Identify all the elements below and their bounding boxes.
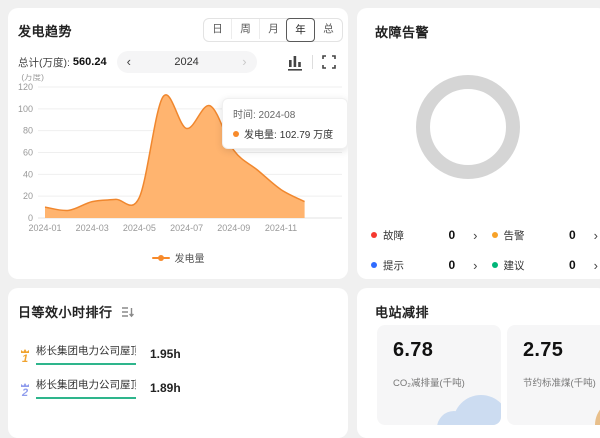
fault-alarm-panel: 故障告警 故障 0 › 告警 0 › 提示 0 › 建议 0 › <box>357 8 600 279</box>
fault-count: 0 <box>569 228 576 242</box>
fault-label: 故障 <box>383 228 404 243</box>
co2-value: 6.78 <box>393 339 433 362</box>
fault-donut-wrap <box>413 72 523 187</box>
chart-tooltip: 时间: 2024-08 发电量: 102.79 万度 <box>222 98 348 149</box>
status-dot-icon <box>492 232 498 238</box>
period-tab-group: 日 周 月 年 总 <box>203 18 343 42</box>
generation-header: 发电趋势 日 周 月 年 总 <box>8 8 348 42</box>
legend-line-icon <box>152 257 170 259</box>
list-item[interactable]: 2 彬长集团电力公司屋顶分布式... 1.89h <box>18 377 338 399</box>
prev-year-button[interactable]: ‹ <box>127 52 131 72</box>
emission-title: 电站减排 <box>375 305 429 320</box>
svg-text:2024-07: 2024-07 <box>170 223 203 233</box>
svg-text:2024-11: 2024-11 <box>265 223 297 233</box>
hours-value: 1.95h <box>150 347 181 365</box>
list-item[interactable]: 1 彬长集团电力公司屋顶分布式... 1.95h <box>18 343 338 365</box>
coal-value: 2.75 <box>523 339 563 362</box>
station-name: 彬长集团电力公司屋顶分布式... <box>36 343 136 365</box>
ranking-list: 1 彬长集团电力公司屋顶分布式... 1.95h 2 彬长集团电力公司屋顶分布式… <box>8 321 348 399</box>
co2-reduction-card: 6.78 CO₂减排量(千吨) <box>377 325 501 425</box>
fault-panel-title: 故障告警 <box>375 25 429 40</box>
ranking-title: 日等效小时排行 <box>18 302 113 321</box>
toolbar-divider <box>312 55 313 69</box>
tab-month[interactable]: 月 <box>259 19 287 39</box>
page-title: 发电趋势 <box>18 21 72 40</box>
equivalent-hours-ranking-panel: 日等效小时排行 1 彬长集团电力公司屋顶分布式... 1.95h 2 彬长集团电… <box>8 288 348 438</box>
tooltip-value: 102.79 万度 <box>280 126 333 141</box>
series-dot-icon <box>233 131 239 137</box>
svg-text:2024-03: 2024-03 <box>76 223 109 233</box>
fault-item-hint[interactable]: 提示 0 › <box>371 252 478 278</box>
chart-legend[interactable]: 发电量 <box>8 250 348 265</box>
svg-text:80: 80 <box>23 126 33 136</box>
donut-ring <box>423 82 513 172</box>
generation-subheader: 总计(万度): 560.24 ‹ 2024 › <box>8 42 348 73</box>
fault-item-fault[interactable]: 故障 0 › <box>371 222 478 248</box>
emission-cards: 6.78 CO₂减排量(千吨) 2.75 节约标准煤(千吨) <box>377 325 600 425</box>
legend-label: 发电量 <box>175 250 205 265</box>
emission-reduction-panel: 电站减排 6.78 CO₂减排量(千吨) 2.75 节约标准煤(千吨) <box>357 288 600 438</box>
co2-label: CO₂减排量(千吨) <box>393 375 465 389</box>
fault-label: 提示 <box>383 258 404 273</box>
tooltip-series-label: 发电量: <box>244 126 277 141</box>
chevron-right-icon[interactable]: › <box>473 259 477 272</box>
bar-chart-icon[interactable] <box>287 54 303 71</box>
total-label: 总计(万度): <box>18 55 70 70</box>
svg-text:2024-01: 2024-01 <box>28 223 61 233</box>
total-value: 560.24 <box>73 56 107 68</box>
status-dot-icon <box>371 262 377 268</box>
tab-year[interactable]: 年 <box>286 18 315 42</box>
tooltip-time: 时间: 2024-08 <box>233 106 337 121</box>
fault-count: 0 <box>448 228 455 242</box>
fault-donut-chart <box>413 72 523 182</box>
date-navigator: ‹ 2024 › <box>117 51 257 73</box>
rank-badge: 2 <box>18 383 32 399</box>
tab-week[interactable]: 周 <box>231 19 259 39</box>
coal-saved-card: 2.75 节约标准煤(千吨) <box>507 325 600 425</box>
sort-descending-icon[interactable] <box>121 306 134 318</box>
svg-text:0: 0 <box>28 213 33 223</box>
svg-text:120: 120 <box>18 82 33 92</box>
coal-icon <box>595 399 600 425</box>
fault-count: 0 <box>569 258 576 272</box>
fullscreen-icon[interactable] <box>322 55 336 69</box>
chart-toolbar <box>287 54 336 71</box>
fault-legend-grid: 故障 0 › 告警 0 › 提示 0 › 建议 0 › <box>371 222 598 278</box>
next-year-button[interactable]: › <box>242 52 246 72</box>
tab-day[interactable]: 日 <box>204 19 231 39</box>
station-name: 彬长集团电力公司屋顶分布式... <box>36 377 136 399</box>
fault-count: 0 <box>448 258 455 272</box>
svg-text:20: 20 <box>23 191 33 201</box>
hours-value: 1.89h <box>150 381 181 399</box>
svg-text:2024-09: 2024-09 <box>217 223 250 233</box>
tab-total[interactable]: 总 <box>314 19 342 39</box>
coal-label: 节约标准煤(千吨) <box>523 375 596 389</box>
svg-text:(万度): (万度) <box>21 74 44 82</box>
svg-text:60: 60 <box>23 148 33 158</box>
generation-trend-panel: 发电趋势 日 周 月 年 总 总计(万度): 560.24 ‹ 2024 › <box>8 8 348 279</box>
chevron-right-icon[interactable]: › <box>594 229 598 242</box>
fault-item-alarm[interactable]: 告警 0 › <box>492 222 599 248</box>
status-dot-icon <box>492 262 498 268</box>
svg-text:2024-05: 2024-05 <box>123 223 156 233</box>
status-dot-icon <box>371 232 377 238</box>
chevron-right-icon[interactable]: › <box>594 259 598 272</box>
rank-badge: 1 <box>18 349 32 365</box>
svg-text:100: 100 <box>18 104 33 114</box>
fault-label: 告警 <box>504 228 525 243</box>
chevron-right-icon[interactable]: › <box>473 229 477 242</box>
fault-item-suggestion[interactable]: 建议 0 › <box>492 252 599 278</box>
svg-text:40: 40 <box>23 169 33 179</box>
current-year-label: 2024 <box>174 56 198 68</box>
fault-label: 建议 <box>504 258 525 273</box>
